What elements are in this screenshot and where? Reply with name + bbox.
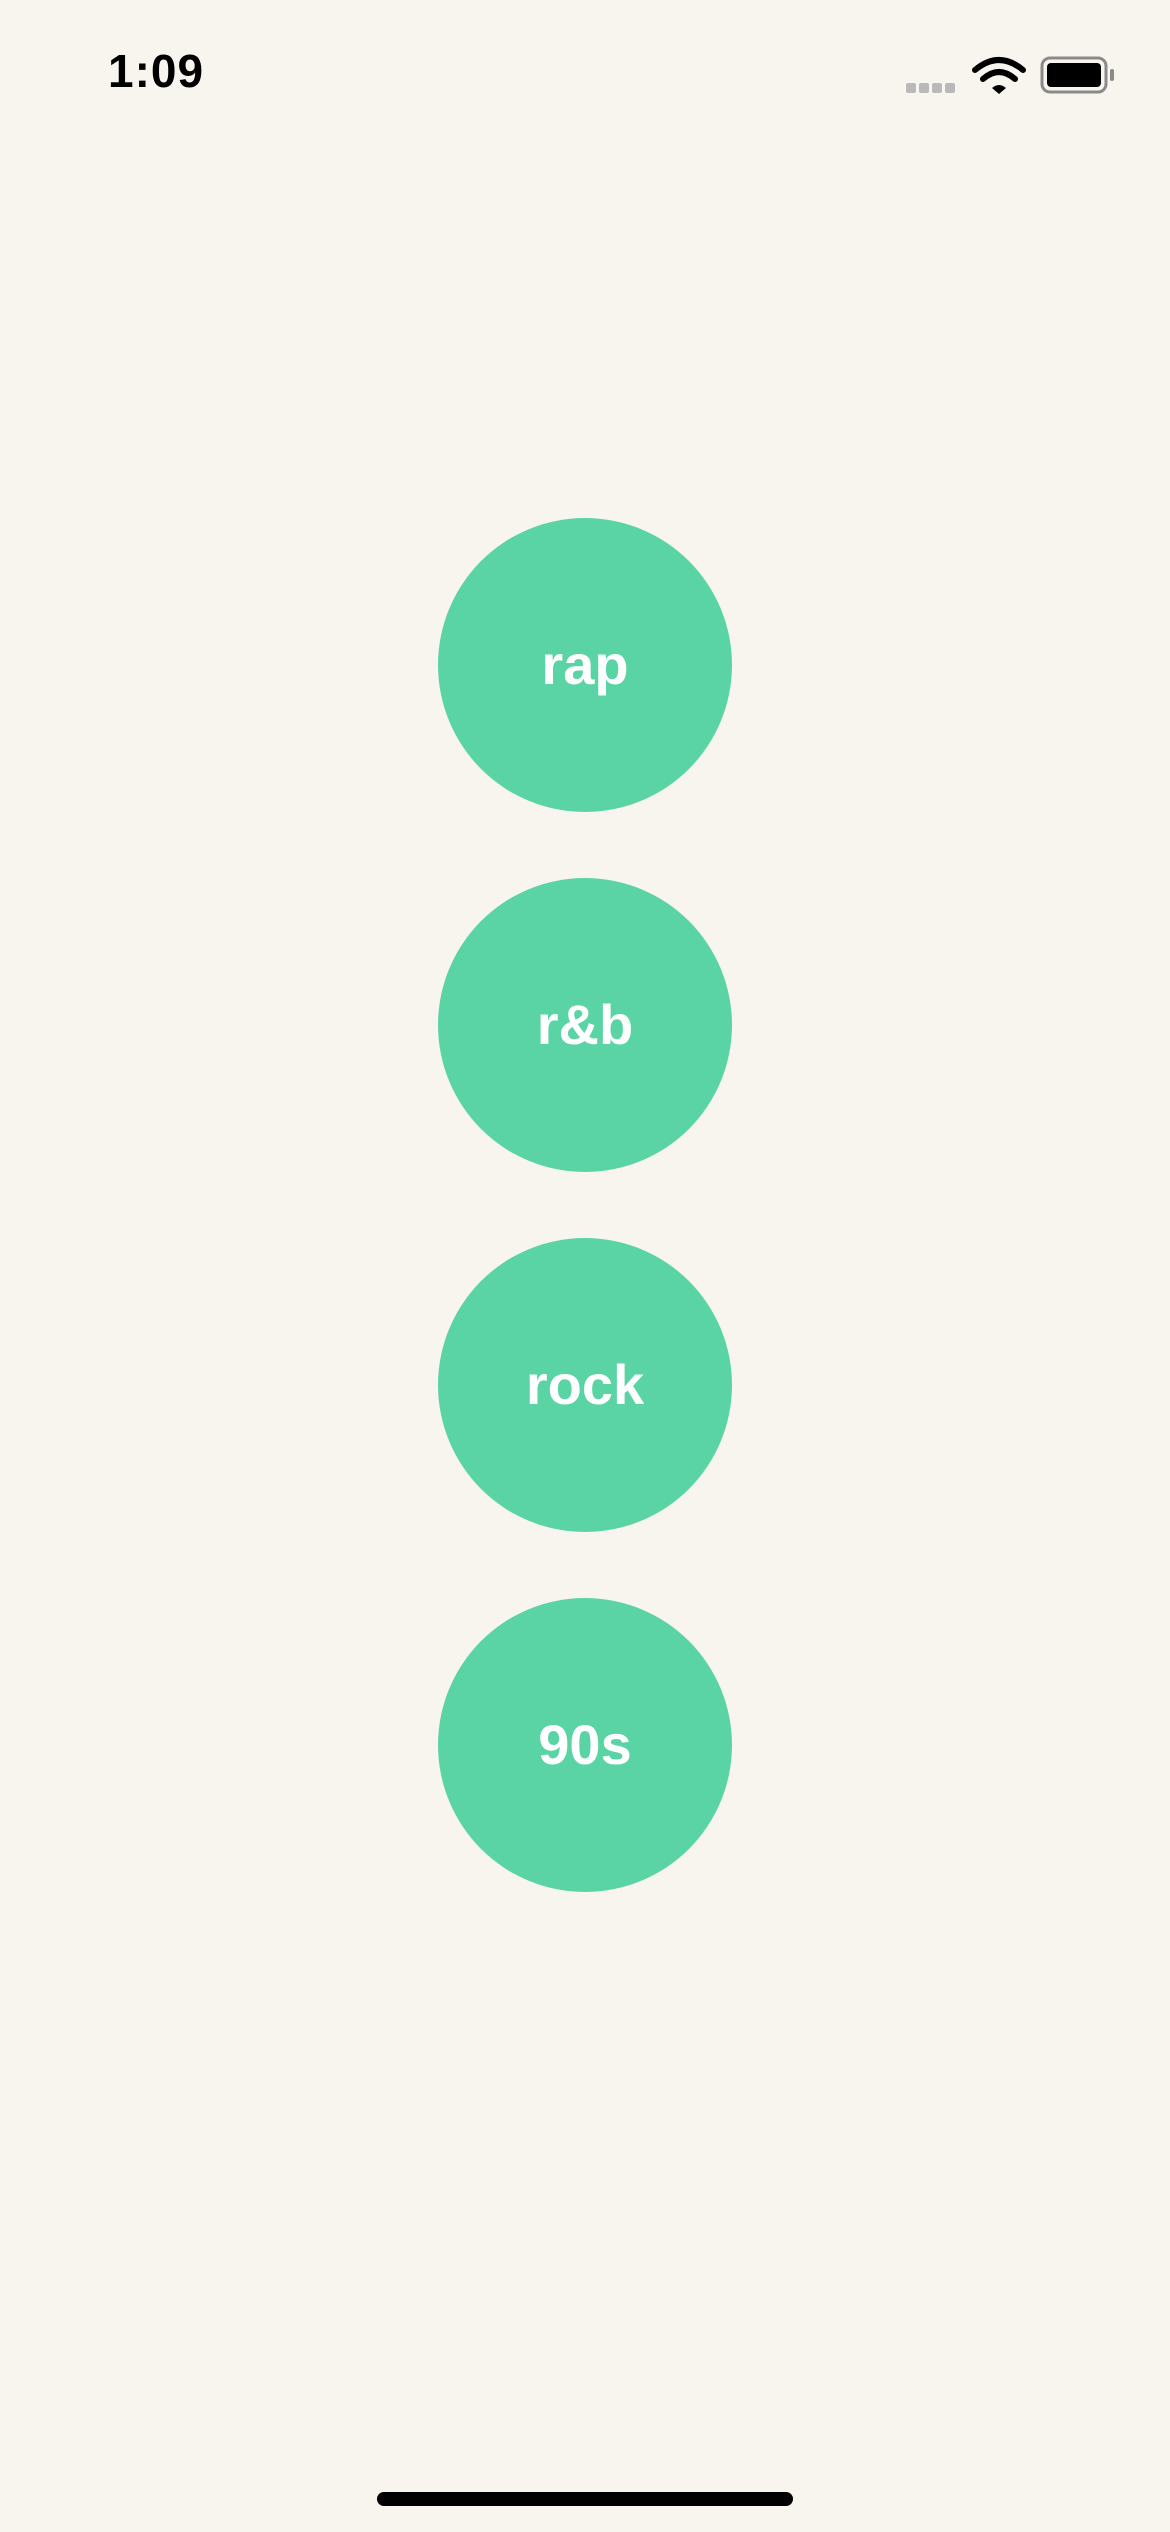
genre-label: rock: [525, 1353, 645, 1416]
home-indicator[interactable]: [377, 2492, 793, 2506]
genre-button-rap[interactable]: rap: [438, 518, 732, 812]
genre-button-rnb[interactable]: r&b: [438, 878, 732, 1172]
genre-list: rap r&b rock 90s: [0, 0, 1170, 2532]
genre-button-90s[interactable]: 90s: [438, 1598, 732, 1892]
genre-label: r&b: [536, 993, 634, 1056]
genre-label: 90s: [538, 1713, 632, 1776]
genre-button-rock[interactable]: rock: [438, 1238, 732, 1532]
genre-label: rap: [541, 633, 629, 696]
